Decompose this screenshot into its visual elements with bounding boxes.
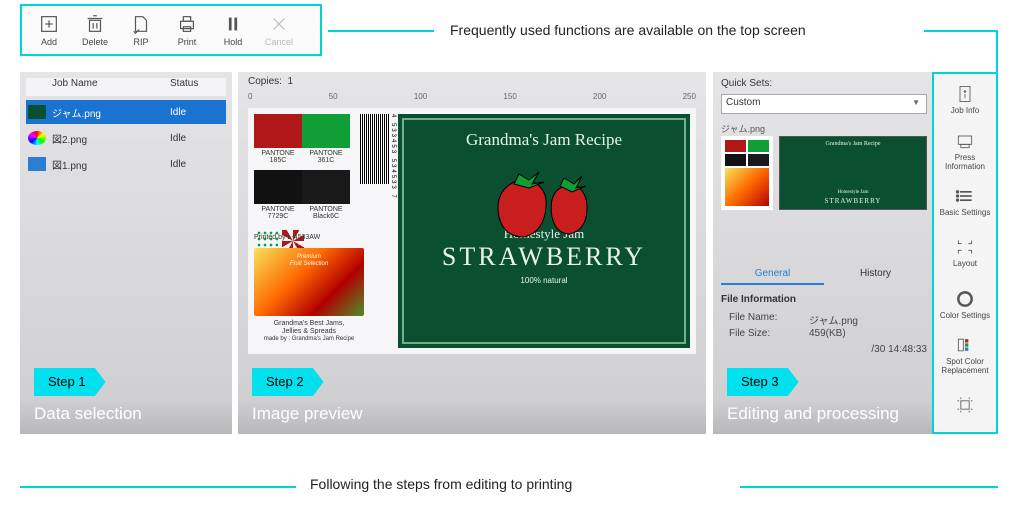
image-preview-panel: Copies: 1 050100150200250 PANTONE 185CPA…	[238, 72, 706, 434]
press-info-button[interactable]: Press Information	[934, 125, 996, 176]
info-tabs: General History	[721, 264, 927, 285]
color-settings-button[interactable]: Color Settings	[934, 279, 996, 330]
spot-color-button[interactable]: Spot Color Replacement	[934, 330, 996, 381]
crop-marks-button[interactable]	[934, 381, 996, 432]
rip-icon	[130, 13, 152, 35]
connector-line	[328, 30, 434, 32]
add-icon	[38, 13, 60, 35]
thumbnail-preview: Grandma's Jam Recipe Homestyle Jam STRAW…	[721, 136, 927, 226]
current-file-name: ジャム.png	[721, 122, 765, 135]
copies-label: Copies: 1	[248, 76, 293, 87]
connector-line	[20, 486, 296, 488]
side-toolbar: Job InfoPress InformationBasic SettingsL…	[932, 72, 998, 434]
step3-title: Editing and processing	[727, 404, 899, 424]
barcode-icon	[360, 114, 390, 184]
crop-icon	[955, 237, 975, 257]
list-icon	[955, 186, 975, 206]
step3-tag: Step 3	[727, 368, 799, 396]
delete-button[interactable]: Delete	[72, 7, 118, 53]
step2-title: Image preview	[252, 404, 363, 424]
cancel-button: Cancel	[256, 7, 302, 53]
main-label-artwork: Grandma's Jam Recipe Homestyle Jam STRAW…	[398, 114, 690, 348]
page-i-icon	[955, 84, 975, 104]
layout-button[interactable]: Layout	[934, 227, 996, 278]
preview-canvas[interactable]: PANTONE 185CPANTONE 361CPANTONE 7729CPAN…	[248, 108, 696, 354]
connector-line	[996, 30, 998, 74]
connector-line	[924, 30, 998, 32]
job-list-row[interactable]: ジャム.pngIdle	[26, 100, 226, 124]
press-icon	[955, 131, 975, 151]
quick-sets-label: Quick Sets:	[721, 78, 772, 89]
job-info-button[interactable]: Job Info	[934, 74, 996, 125]
file-info-header: File Information	[721, 294, 796, 305]
marks-icon	[955, 395, 975, 415]
ruler: 050100150200250	[248, 92, 696, 104]
bottom-callout-text: Following the steps from editing to prin…	[310, 476, 572, 492]
step1-title: Data selection	[34, 404, 142, 424]
basic-settings-button[interactable]: Basic Settings	[934, 176, 996, 227]
editing-panel: Quick Sets: Custom ジャム.png Grandma's Jam…	[713, 72, 935, 434]
hold-button[interactable]: Hold	[210, 7, 256, 53]
job-list-row[interactable]: 図1.pngIdle	[26, 152, 226, 176]
circle-icon	[955, 289, 975, 309]
connector-line	[740, 486, 998, 488]
strawberry-icon	[474, 162, 614, 247]
print-button[interactable]: Print	[164, 7, 210, 53]
printed-by-text: Printed by L-4533AW	[254, 234, 320, 241]
col-status[interactable]: Status	[166, 78, 226, 96]
quick-sets-select[interactable]: Custom	[721, 94, 927, 114]
fruit-photo-placeholder: PremiumFruit Selection	[254, 248, 364, 316]
file-size-row: File Size:459(KB)	[729, 328, 927, 339]
pause-icon	[222, 13, 244, 35]
close-icon	[268, 13, 290, 35]
file-name-row: File Name:ジャム.png	[729, 312, 927, 327]
col-job-name[interactable]: Job Name	[48, 78, 166, 96]
add-button[interactable]: Add	[26, 7, 72, 53]
print-icon	[176, 13, 198, 35]
spot-icon	[955, 335, 975, 355]
fruit-caption: Grandma's Best Jams, Jellies & Spreads m…	[254, 320, 364, 343]
mini-label-icon: Grandma's Jam Recipe Homestyle Jam STRAW…	[779, 136, 927, 210]
step2-tag: Step 2	[252, 368, 324, 396]
step1-tag: Step 1	[34, 368, 106, 396]
top-callout-text: Frequently used functions are available …	[450, 22, 806, 38]
barcode-number: 4 533453 534533 7	[390, 114, 396, 200]
tab-history[interactable]: History	[824, 264, 927, 285]
data-selection-panel: Job Name Status ジャム.pngIdle図2.pngIdle図1.…	[20, 72, 232, 434]
tab-general[interactable]: General	[721, 264, 824, 285]
rip-button[interactable]: RIP	[118, 7, 164, 53]
job-list-header: Job Name Status	[26, 78, 226, 96]
top-toolbar: AddDeleteRIPPrintHoldCancel	[20, 4, 322, 56]
job-list-row[interactable]: 図2.pngIdle	[26, 126, 226, 150]
file-date-row: /30 14:48:33	[729, 344, 927, 355]
trash-icon	[84, 13, 106, 35]
